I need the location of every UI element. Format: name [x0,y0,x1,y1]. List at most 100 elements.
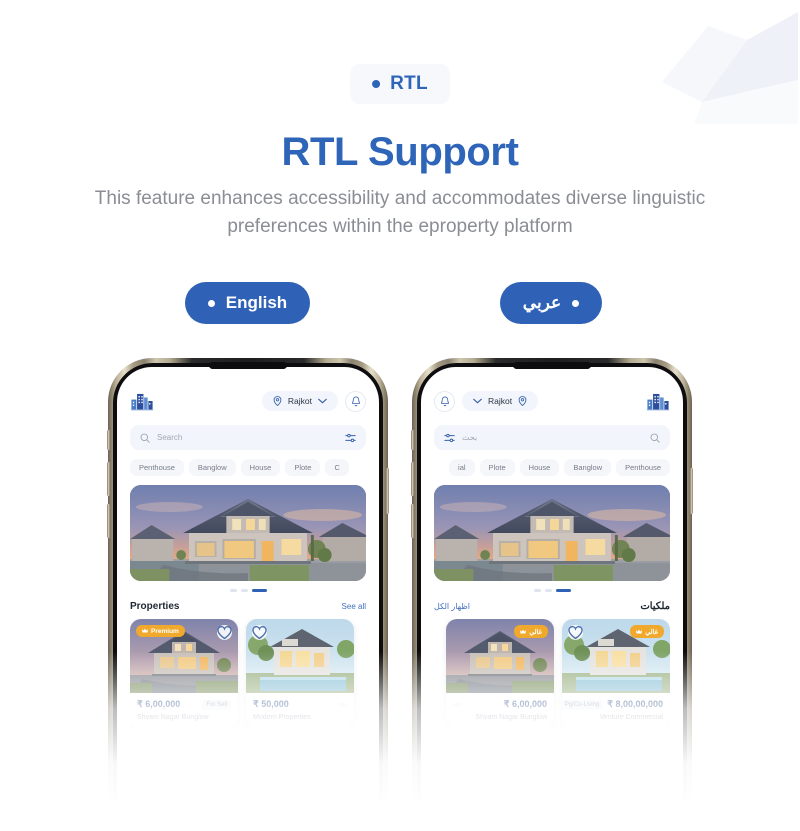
rtl-support-page: RTL RTL Support This feature enhances ac… [0,0,800,831]
carousel-dot[interactable] [240,589,248,592]
page-subtitle: This feature enhances accessibility and … [94,188,706,237]
category-chip[interactable]: Plote [285,459,321,476]
carousel-dots[interactable] [434,588,670,593]
badge-dot-icon [372,80,381,88]
property-card-list: Premium ₹ 6,00,000 For Sell Shyam Nagar … [130,619,366,729]
search-icon [650,433,660,443]
category-chip[interactable]: Penthouse [616,459,670,476]
premium-badge: غالي [630,625,664,638]
phone-mute-button[interactable] [411,430,414,450]
app-header: Rajkot [434,383,670,419]
category-chip[interactable]: C [325,459,349,476]
see-all-link[interactable]: See all [342,602,366,611]
carousel-dot-active[interactable] [251,589,267,592]
map-pin-icon [273,396,282,406]
category-chip[interactable]: Penthouse [130,459,184,476]
category-chip[interactable]: House [519,459,560,476]
price-row: ₹ 50,000 [253,699,347,710]
phone-screen-arabic: Rajkot بحث Penthouse Banglow House Plote… [421,367,683,831]
search-bar[interactable]: بحث [434,425,670,450]
property-card-body: ₹ 50,000 Modern Properties [246,693,354,729]
notification-bell-button[interactable] [434,390,455,412]
heart-icon [568,626,583,640]
active-dot-icon [207,299,215,307]
category-chip[interactable]: Banglow [564,459,612,476]
property-image [246,619,354,693]
hero-banner-image[interactable] [130,485,366,581]
phone-mute-button[interactable] [107,430,110,450]
section-title: ملكيات [640,601,670,612]
language-button-arabic-label: عربي [522,293,562,312]
phone-power-button[interactable] [690,468,693,514]
phone-volume-down-button[interactable] [411,504,414,538]
location-selector[interactable]: Rajkot [261,391,338,411]
category-chip-row[interactable]: Penthouse Banglow House Plote C [130,459,366,476]
crown-icon [520,628,527,633]
premium-badge: Premium [136,625,185,637]
phone-screen-english: Rajkot Search Penthouse Banglow House Pl… [117,367,379,831]
map-pin-icon [518,396,527,406]
carousel-dot[interactable] [544,589,552,592]
category-chip-row[interactable]: Penthouse Banglow House Plote ial [434,459,670,476]
property-image: غالي [446,619,554,693]
phone-volume-down-button[interactable] [107,504,110,538]
phone-volume-up-button[interactable] [107,462,110,496]
filter-sliders-icon[interactable] [444,433,455,443]
carousel-dots[interactable] [130,588,366,593]
property-card-body: 6,00,000 ₹ Shyam Nagar Bunglow [446,693,554,729]
favorite-button[interactable] [568,625,583,640]
phone-volume-up-button[interactable] [411,462,414,496]
chevron-down-icon [473,398,482,404]
carousel-dot[interactable] [533,589,541,592]
carousel-dot-active[interactable] [555,589,571,592]
bell-icon [440,396,449,406]
property-card-list: غالي 8,00,00,000 ₹ Pg/Co-Living Venture … [434,619,670,729]
property-card[interactable]: غالي 8,00,00,000 ₹ Pg/Co-Living Venture … [562,619,670,729]
dynamic-island [209,362,287,369]
location-label: Rajkot [488,396,513,406]
filter-sliders-icon[interactable] [345,433,356,443]
app-header: Rajkot [130,383,366,419]
property-tag: For Sell [202,699,231,710]
property-tag [339,702,347,707]
search-icon [140,433,150,443]
3d-cube-decoration-icon [662,12,798,124]
buildings-logo-icon [646,393,670,411]
premium-badge-label: غالي [529,628,542,636]
property-card[interactable]: ₹ 50,000 Modern Properties [246,619,354,729]
property-card[interactable]: غالي 6,00,000 ₹ Shyam Nagar Bunglow [446,619,554,729]
price-row: ₹ 6,00,000 For Sell [137,699,231,710]
rtl-badge: RTL [350,64,450,104]
hero-banner-image[interactable] [434,485,670,581]
language-button-arabic[interactable]: عربي [500,282,602,324]
property-card-body: ₹ 6,00,000 For Sell Shyam Nagar Bunglow [130,693,238,729]
category-chip[interactable]: Banglow [188,459,236,476]
favorite-button[interactable] [252,625,267,640]
search-input[interactable]: بحث [462,433,643,442]
category-chip[interactable]: Plote [479,459,515,476]
category-chip[interactable]: House [240,459,281,476]
category-chip[interactable]: ial [449,459,475,476]
properties-section-header: ملكيات اظهار الكل [434,601,670,612]
see-all-link[interactable]: اظهار الكل [434,602,470,611]
search-input[interactable]: Search [157,433,338,442]
favorite-button[interactable] [217,625,232,640]
section-title: Properties [130,601,180,612]
property-card[interactable]: Premium ₹ 6,00,000 For Sell Shyam Nagar … [130,619,238,729]
property-price: ₹ 50,000 [253,699,289,709]
search-bar[interactable]: Search [130,425,366,450]
notification-bell-button[interactable] [345,390,366,412]
property-name: Modern Properties [253,714,311,721]
house-dusk-photo [434,485,670,581]
phone-power-button[interactable] [386,468,389,514]
page-title: RTL Support [281,130,519,174]
chevron-down-icon [318,398,327,404]
price-row: 8,00,00,000 ₹ Pg/Co-Living [562,699,663,710]
location-selector[interactable]: Rajkot [462,391,539,411]
phone-mockup-arabic: Rajkot بحث Penthouse Banglow House Plote… [411,358,693,831]
carousel-dot[interactable] [229,589,237,592]
premium-badge: غالي [514,625,548,638]
active-dot-icon [572,299,580,307]
language-button-english[interactable]: English [185,282,310,324]
bell-icon [351,396,360,406]
